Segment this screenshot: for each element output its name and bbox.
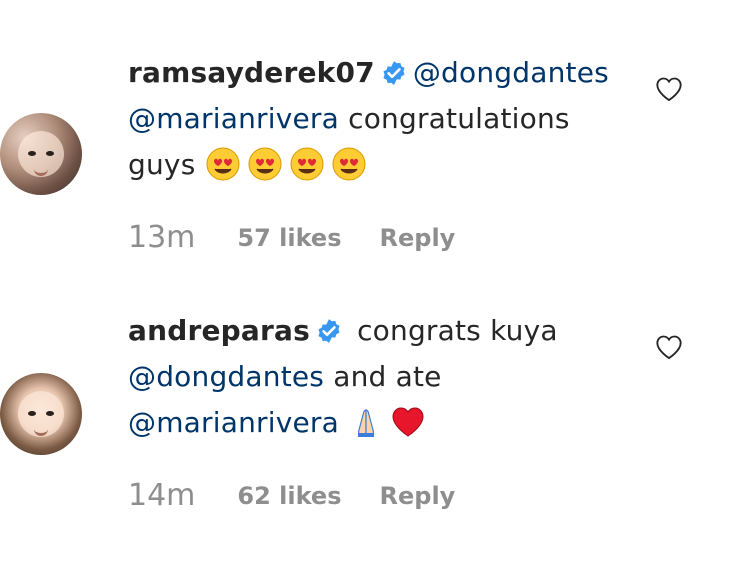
heart-eyes-emoji-icon: [290, 147, 324, 181]
like-heart-icon[interactable]: [655, 334, 683, 360]
heart-eyes-emoji-icon: [248, 147, 282, 181]
avatar[interactable]: [0, 113, 82, 195]
red-heart-emoji-icon: [392, 407, 424, 437]
likes-count-button[interactable]: 57 likes: [237, 224, 341, 252]
avatar-eye: [28, 411, 36, 416]
comment-meta: 13m 57 likes Reply: [128, 220, 455, 255]
folded-hands-emoji-icon: [358, 409, 375, 437]
comment-timestamp[interactable]: 14m: [128, 478, 195, 513]
username-link[interactable]: ramsayderek07: [128, 56, 375, 89]
like-heart-icon[interactable]: [655, 76, 683, 102]
heart-eyes-emoji-icon: [332, 147, 366, 181]
avatar-eye: [46, 151, 54, 156]
avatar[interactable]: [0, 373, 82, 455]
reply-button[interactable]: Reply: [380, 224, 456, 252]
mention-link[interactable]: @dongdantes: [128, 360, 324, 393]
heart-eyes-emoji-icon: [206, 147, 240, 181]
comment-item: andreparas congrats kuya @dongdantes and…: [0, 308, 747, 538]
comment-timestamp[interactable]: 13m: [128, 220, 195, 255]
likes-count-button[interactable]: 62 likes: [237, 482, 341, 510]
comment-item: ramsayderek07 @dongdantes @marianrivera c…: [0, 50, 747, 280]
mention-link[interactable]: @marianrivera: [128, 102, 339, 135]
reply-button[interactable]: Reply: [380, 482, 456, 510]
comment-body: congrats kuya: [347, 314, 558, 347]
avatar-eye: [46, 411, 54, 416]
comment-body: [339, 406, 348, 439]
mention-link[interactable]: @marianrivera: [128, 406, 339, 439]
verified-badge-icon: [318, 319, 340, 343]
comment-body: and ate: [324, 360, 442, 393]
username-link[interactable]: andreparas: [128, 314, 310, 347]
comment-meta: 14m 62 likes Reply: [128, 478, 455, 513]
comment-text: andreparas congrats kuya @dongdantes and…: [128, 308, 628, 446]
mention-link[interactable]: @dongdantes: [413, 56, 609, 89]
avatar-eye: [28, 151, 36, 156]
comment-text: ramsayderek07 @dongdantes @marianrivera c…: [128, 50, 628, 188]
verified-badge-icon: [383, 61, 405, 85]
